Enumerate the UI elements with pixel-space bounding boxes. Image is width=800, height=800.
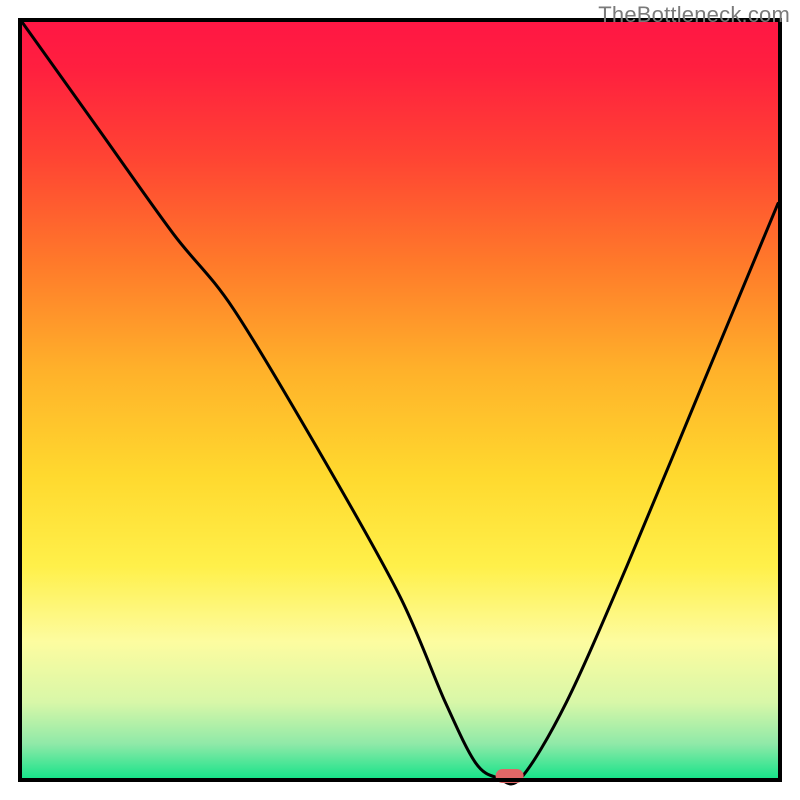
plot-area <box>22 22 778 784</box>
chart-container: TheBottleneck.com <box>0 0 800 800</box>
gradient-background <box>22 22 778 778</box>
watermark-text: TheBottleneck.com <box>598 2 790 28</box>
bottleneck-chart <box>0 0 800 800</box>
